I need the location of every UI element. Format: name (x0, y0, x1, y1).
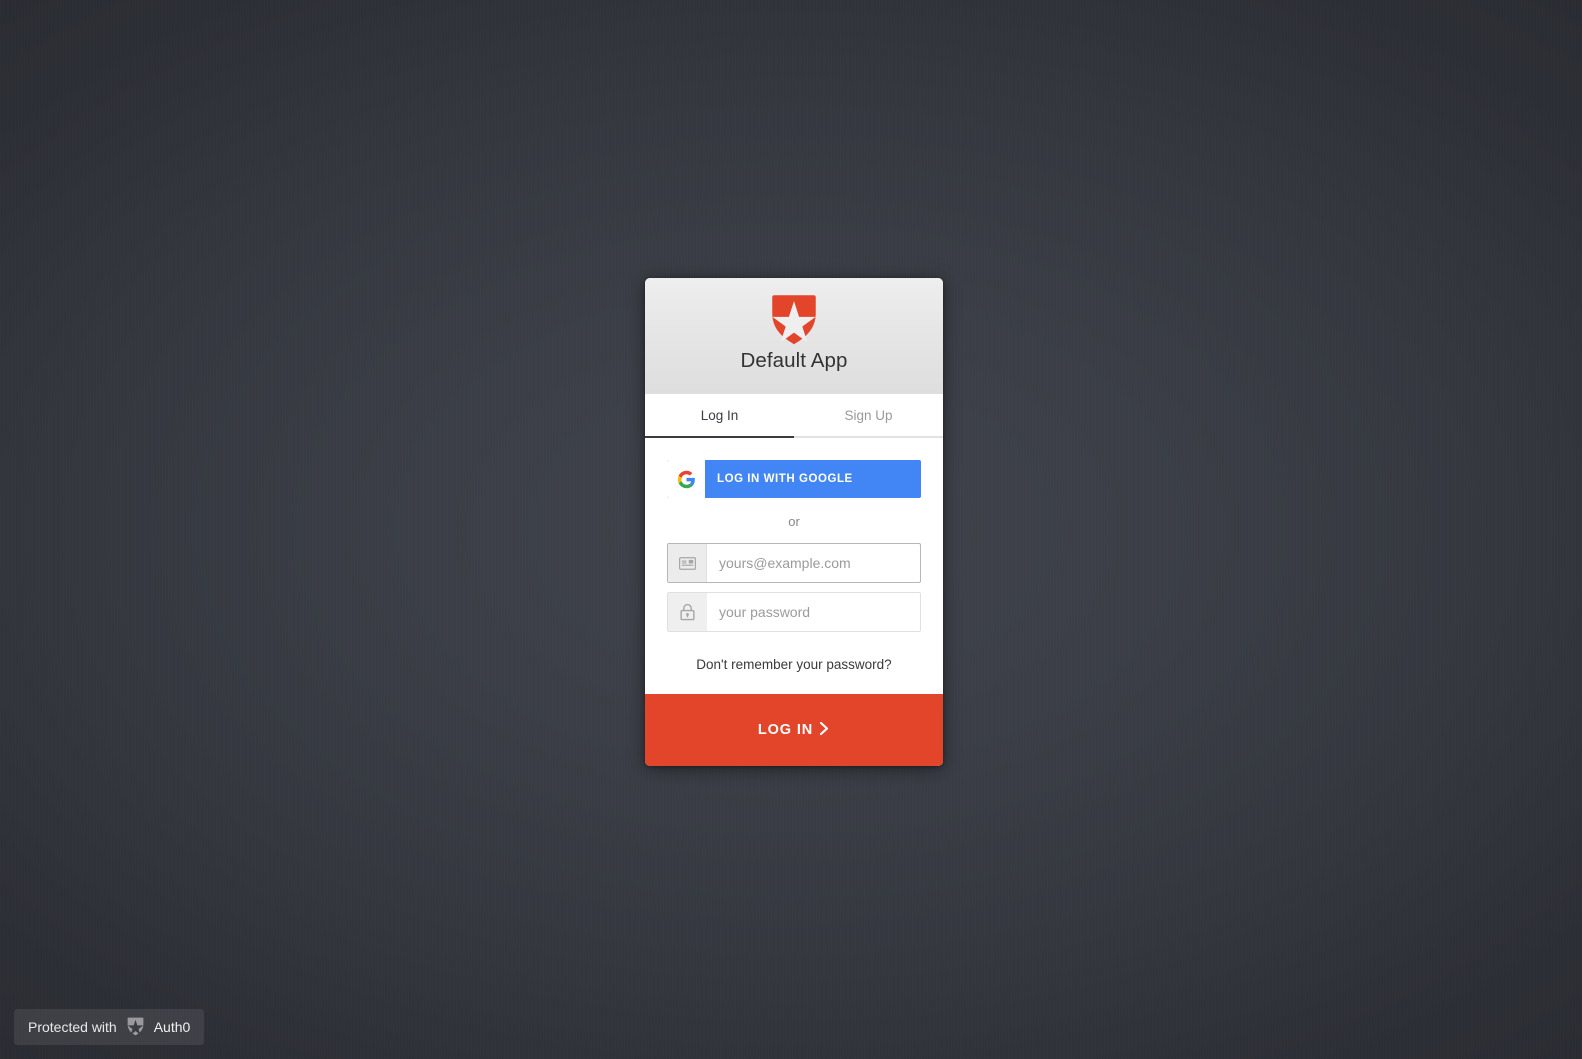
auth0-shield-star-icon (765, 288, 823, 346)
log-in-submit-label: LOG IN (757, 722, 814, 738)
widget-body: LOG IN WITH GOOGLE or yours@example.com … (645, 438, 943, 694)
log-in-submit-button[interactable]: LOG IN (645, 694, 943, 766)
lock-icon (668, 593, 707, 631)
email-field-wrapper[interactable] (667, 543, 921, 583)
password-input[interactable] (707, 593, 920, 631)
forgot-password-row: Don't remember your password? (667, 641, 921, 694)
email-card-icon (668, 544, 707, 582)
email-input[interactable] (707, 544, 920, 582)
widget-header: Default App (645, 278, 943, 394)
auth0-login-widget: Default App Log In Sign Up LOG IN WITH G… (645, 278, 943, 766)
app-title: Default App (740, 349, 848, 372)
password-field-wrapper[interactable] (667, 592, 921, 632)
chevron-right-icon (819, 721, 830, 740)
auth-tabs: Log In Sign Up (645, 394, 943, 438)
separator-or: or (788, 514, 800, 529)
auth0-shield-star-icon (125, 1015, 146, 1039)
forgot-password-link[interactable]: Don't remember your password? (696, 657, 891, 672)
tab-login[interactable]: Log In (645, 394, 794, 438)
tab-signup-label: Sign Up (844, 407, 893, 423)
google-g-icon (667, 460, 705, 498)
login-with-google-label: LOG IN WITH GOOGLE (717, 473, 853, 485)
tab-login-label: Log In (700, 407, 739, 423)
tab-signup[interactable]: Sign Up (794, 394, 943, 438)
protected-with-auth0-badge[interactable]: Protected with Auth0 (14, 1009, 205, 1045)
badge-prefix-label: Protected with (28, 1019, 117, 1035)
login-with-google-button[interactable]: LOG IN WITH GOOGLE (667, 460, 921, 498)
badge-brand-label: Auth0 (153, 1019, 191, 1035)
